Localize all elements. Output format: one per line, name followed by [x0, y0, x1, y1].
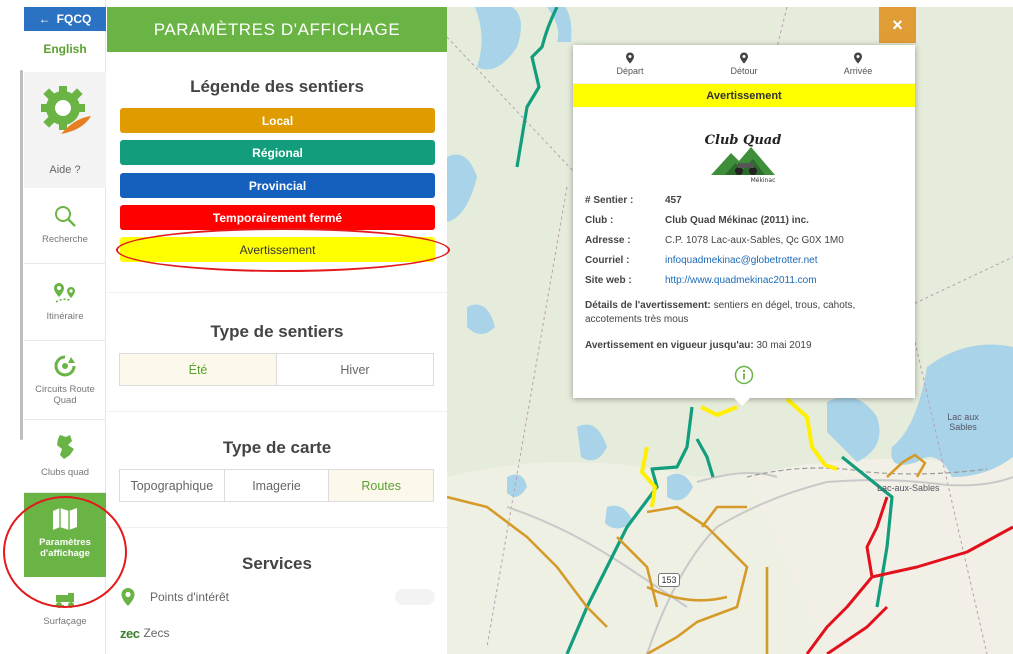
legend-title: Légende des sentiers: [190, 77, 364, 96]
website-link[interactable]: http://www.quadmekinac2011.com: [665, 275, 905, 286]
depart-action[interactable]: Départ: [573, 45, 687, 83]
display-settings-panel: PARAMÈTRES D'AFFICHAGE Légende des senti…: [107, 7, 447, 654]
map-pin-icon: [854, 52, 862, 64]
rail-item-parametres-affichage[interactable]: Paramètres d'affichage: [24, 493, 106, 577]
rail-item-clubs-quad[interactable]: Clubs quad: [24, 421, 106, 493]
info-adresse: Adresse : C.P. 1078 Lac-aux-Sables, Qc G…: [585, 235, 905, 246]
popup-actions: Départ Détour Arrivée: [573, 45, 915, 84]
info-key: # Sentier :: [585, 195, 634, 206]
action-label: Arrivée: [843, 66, 873, 76]
divider: [107, 411, 447, 412]
map-pin-icon: [121, 588, 135, 606]
trail-type-hiver[interactable]: Hiver: [277, 354, 433, 385]
rail-item-label: Surfaçage: [43, 616, 87, 627]
rail-item-circuits-route-quad[interactable]: Circuits Route Quad: [24, 342, 106, 420]
circuit-loop-icon: [54, 355, 76, 377]
legend-avertissement: Avertissement: [120, 237, 435, 262]
arrivee-action[interactable]: Arrivée: [801, 45, 915, 83]
help-box[interactable]: Aide ?: [24, 72, 106, 188]
rail-item-label: Circuits Route Quad: [35, 384, 95, 406]
fqcq-back-button[interactable]: ← FQCQ: [24, 7, 106, 31]
route-shield: 153: [658, 573, 680, 587]
service-points-interet[interactable]: Points d'intérêt: [120, 586, 435, 608]
map-type-topographique[interactable]: Topographique: [120, 470, 225, 501]
legend-regional: Régional: [120, 140, 435, 165]
route-pins-icon: [54, 283, 75, 303]
rail-item-surfacage[interactable]: Surfaçage: [24, 578, 106, 654]
info-value: 457: [665, 195, 682, 206]
legend-local: Local: [120, 108, 435, 133]
info-icon[interactable]: [734, 365, 754, 385]
map-type-toggle: Topographique Imagerie Routes: [119, 469, 434, 502]
info-key: Club :: [585, 215, 614, 226]
map-pin-icon: [740, 52, 748, 64]
icon-rail: ← FQCQ English Aide ? Recherche Itinérai…: [20, 0, 106, 654]
rail-item-label: Itinéraire: [46, 311, 84, 322]
popup-warning-banner: Avertissement: [573, 84, 915, 107]
grader-icon: [53, 593, 74, 608]
validity-date: 30 mai 2019: [756, 340, 812, 351]
fqcq-gear-logo-icon: [41, 86, 91, 134]
service-label: Zecs: [143, 626, 170, 640]
map-type-title: Type de carte: [222, 438, 332, 457]
email-link[interactable]: infoquadmekinac@globetrotter.net: [665, 255, 905, 266]
warning-details: Détails de l'avertissement: sentiers en …: [585, 299, 905, 327]
popup-tail: [733, 397, 751, 406]
rail-item-label: Recherche: [42, 234, 88, 245]
trail-type-toggle: Été Hiver: [119, 353, 434, 386]
zec-logo-icon: zec: [120, 625, 140, 641]
warning-validity: Avertissement en vigueur jusqu'au: 30 ma…: [585, 339, 905, 353]
club-logo-text: Club Quad: [705, 133, 781, 148]
lake-label: Lac aux Sables: [947, 412, 979, 432]
club-logo-subtext: Mékinac: [751, 177, 776, 184]
services-title: Services: [242, 554, 312, 573]
info-sentier: # Sentier : 457: [585, 195, 905, 206]
info-key: Site web :: [585, 275, 632, 286]
town-label: Lac-aux-Sables: [877, 483, 940, 493]
back-label: FQCQ: [56, 12, 92, 26]
close-button[interactable]: ×: [879, 7, 916, 43]
points-interet-toggle[interactable]: [395, 589, 435, 605]
rail-scrollbar[interactable]: [20, 70, 23, 440]
rail-item-label: Paramètres d'affichage: [39, 537, 91, 559]
rail-item-recherche[interactable]: Recherche: [24, 188, 106, 264]
language-link[interactable]: English: [24, 42, 106, 56]
rail-item-label: Clubs quad: [40, 467, 90, 478]
help-label: Aide ?: [49, 164, 81, 176]
trail-popup: Départ Détour Arrivée Avertissement Club…: [573, 45, 915, 398]
info-key: Adresse :: [585, 235, 631, 246]
rail-item-itineraire[interactable]: Itinéraire: [24, 265, 106, 341]
validity-label: Avertissement en vigueur jusqu'au:: [585, 340, 754, 351]
close-icon: ×: [892, 14, 903, 35]
action-label: Détour: [730, 66, 758, 76]
info-value: C.P. 1078 Lac-aux-Sables, Qc G0X 1M0: [665, 235, 844, 246]
info-site-web: Site web : http://www.quadmekinac2011.co…: [585, 275, 905, 286]
trail-type-ete[interactable]: Été: [120, 354, 277, 385]
service-label: Points d'intérêt: [150, 590, 230, 604]
map-pin-icon: [626, 52, 634, 64]
map-type-routes[interactable]: Routes: [329, 470, 434, 501]
folded-map-icon: [53, 508, 77, 530]
search-icon: [55, 206, 76, 227]
action-label: Départ: [616, 66, 644, 76]
info-value: Club Quad Mékinac (2011) inc.: [665, 215, 809, 226]
legend-provincial: Provincial: [120, 173, 435, 198]
info-club: Club : Club Quad Mékinac (2011) inc.: [585, 215, 905, 226]
club-quad-logo-icon: Club Quad Mékinac: [705, 133, 781, 184]
divider: [107, 292, 447, 293]
panel-title: PARAMÈTRES D'AFFICHAGE: [107, 7, 447, 52]
legend-temporairement-ferme: Temporairement fermé: [120, 205, 435, 230]
map-canvas[interactable]: Lac aux Sables Lac-aux-Sables 153 × Dépa…: [447, 7, 1013, 654]
map-type-imagerie[interactable]: Imagerie: [225, 470, 330, 501]
service-zecs[interactable]: zec Zecs: [120, 622, 435, 644]
detour-action[interactable]: Détour: [687, 45, 801, 83]
info-key: Courriel :: [585, 255, 630, 266]
details-label: Détails de l'avertissement:: [585, 300, 711, 311]
divider: [107, 527, 447, 528]
quebec-map-icon: [57, 435, 74, 459]
info-courriel: Courriel : infoquadmekinac@globetrotter.…: [585, 255, 905, 266]
arrow-left-icon: ←: [38, 12, 51, 26]
trail-type-title: Type de sentiers: [210, 322, 344, 341]
